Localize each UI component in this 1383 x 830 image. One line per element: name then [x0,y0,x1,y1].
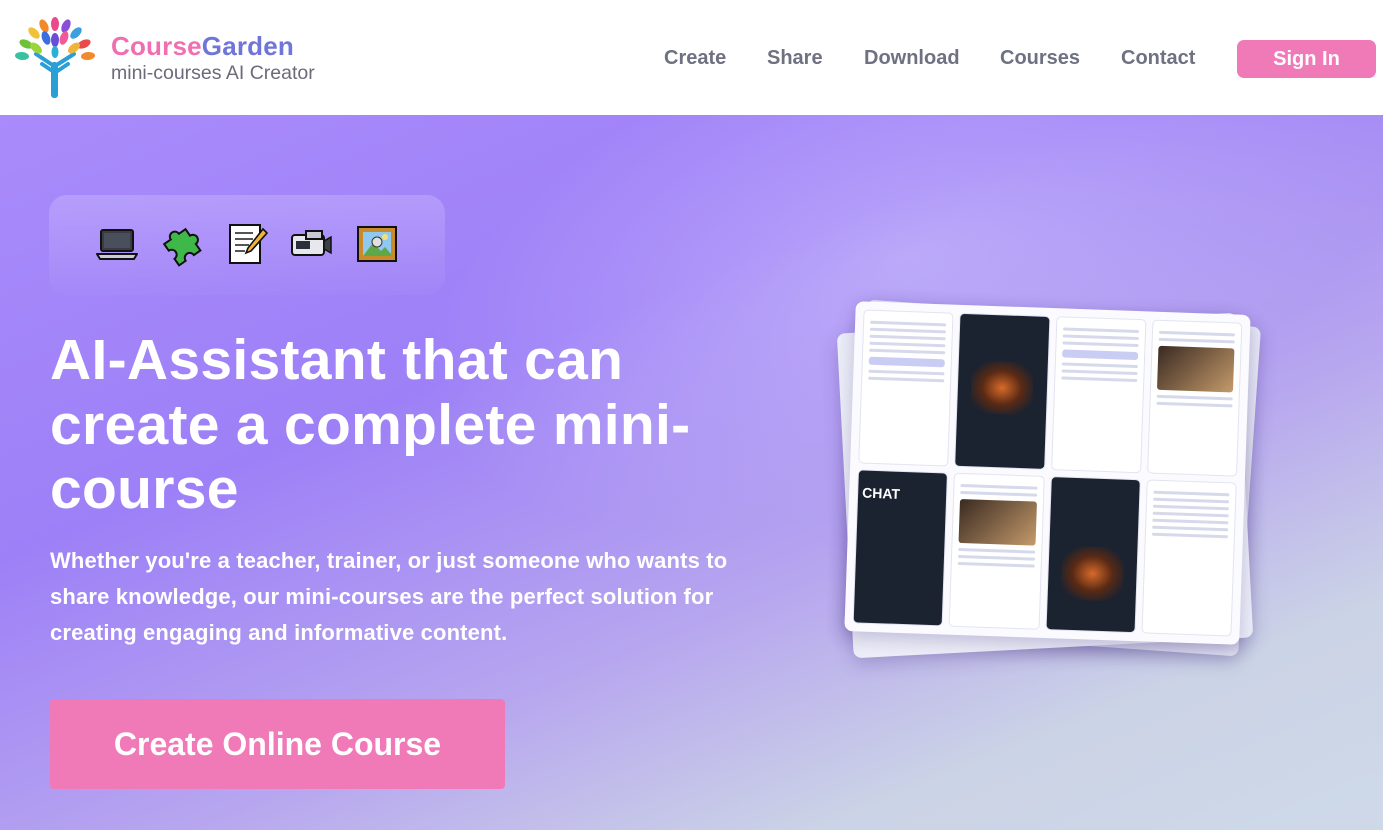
hero-headline: AI-Assistant that can create a complete … [50,328,691,521]
preview-card-video [1045,476,1141,634]
framed-picture-icon [357,226,397,262]
preview-card [1146,319,1243,477]
preview-card [948,472,1045,630]
preview-cards-grid: CHAT [852,309,1243,637]
puzzle-piece-icon [162,227,202,267]
brand-name: CourseGarden [111,31,315,61]
preview-sheet-front: CHAT [844,301,1251,645]
laptop-icon [96,229,138,260]
tree-logo-icon[interactable] [14,16,96,100]
brand[interactable]: CourseGarden mini-courses AI Creator [111,31,315,85]
preview-chat-label: CHAT [861,484,901,502]
nav-contact[interactable]: Contact [1121,45,1195,71]
brand-tagline: mini-courses AI Creator [111,62,315,84]
sign-in-button[interactable]: Sign In [1237,40,1376,78]
nav-download[interactable]: Download [864,45,960,71]
hero-subtext: Whether you're a teacher, trainer, or ju… [50,548,728,645]
preview-card-chat: CHAT [852,469,949,627]
create-online-course-button[interactable]: Create Online Course [50,699,505,789]
hero-section: AI-Assistant that can create a complete … [0,115,1383,830]
nav-courses[interactable]: Courses [1000,45,1080,71]
brand-name-garden: Garden [201,31,295,61]
nav-create[interactable]: Create [664,45,726,71]
nav-share[interactable]: Share [767,45,823,71]
product-preview-image: CHAT [835,293,1265,663]
site-header: CourseGarden mini-courses AI Creator Cre… [0,0,1383,115]
memo-icon [229,224,269,264]
preview-card [1141,479,1237,637]
preview-card [858,309,954,467]
preview-card-video [954,312,1050,470]
video-camera-icon [291,230,332,256]
preview-card [1050,316,1147,474]
brand-name-course: Course [111,31,202,61]
feature-icons-strip [49,195,445,295]
